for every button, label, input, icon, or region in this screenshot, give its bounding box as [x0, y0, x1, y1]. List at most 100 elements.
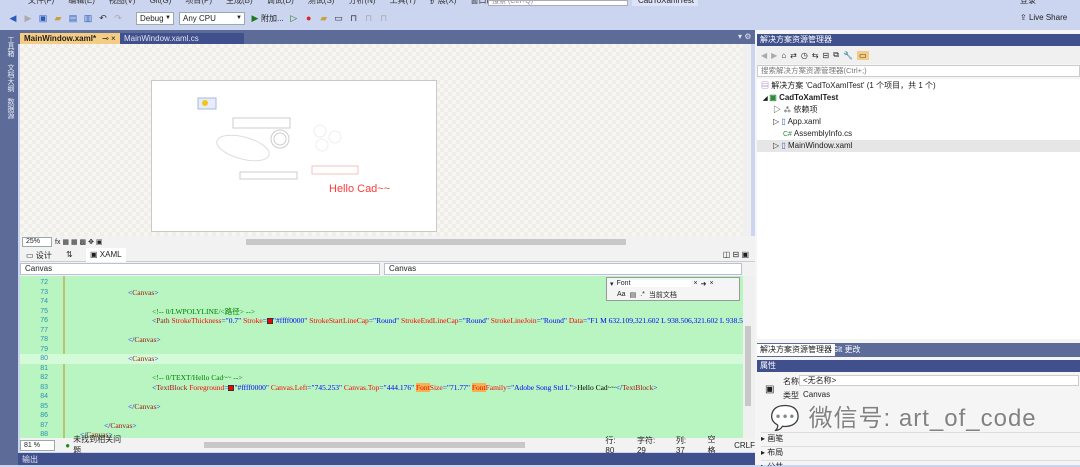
code-line[interactable]: 77	[20, 326, 743, 336]
wpf-window-preview[interactable]	[151, 80, 437, 232]
menu-item[interactable]: Git(G)	[150, 0, 172, 8]
collapse-icon[interactable]: ⊟	[823, 51, 830, 60]
pin-icon[interactable]: ⊸	[102, 34, 109, 43]
solution-search-input[interactable]: 搜索解决方案资源管理器(Ctrl+;)	[757, 65, 1080, 77]
tree-item-solution[interactable]: ▤ 解决方案 'CadToXamlTest' (1 个项目，共 1 个)	[761, 80, 936, 92]
code-vertical-scrollbar[interactable]	[743, 276, 755, 438]
category-layout[interactable]: ▸ 布局	[761, 446, 1080, 458]
open-icon[interactable]: ▰	[53, 13, 63, 23]
menu-item[interactable]: 分析(N)	[348, 0, 375, 8]
tree-item-project[interactable]: ◢ ▣ CadToXamlTest	[763, 92, 838, 104]
back-icon[interactable]: ◀	[8, 13, 18, 23]
configuration-select[interactable]: Debug ▼	[136, 11, 174, 25]
tab-mainwindow-xaml[interactable]: MainWindow.xaml* ⊸ ×	[20, 33, 120, 44]
live-share-button[interactable]: ⇪ Live Share	[1020, 13, 1067, 22]
sync-icon[interactable]: ⇆	[812, 51, 819, 60]
tab-xaml[interactable]: ▣ XAML	[86, 248, 126, 262]
home-icon[interactable]: ⌂	[781, 51, 786, 60]
platform-select[interactable]: Any CPU ▼	[179, 11, 245, 25]
code-line[interactable]: 80 <Canvas>	[20, 354, 743, 364]
close-find-icon[interactable]: ×	[709, 280, 713, 287]
find-input[interactable]: Font	[616, 280, 691, 287]
document-outline-tab[interactable]: 文档大纲	[5, 64, 15, 92]
search-box[interactable]: 搜索 (Ctrl+Q)	[488, 0, 628, 6]
bookmark-icon[interactable]: ⊓	[349, 13, 359, 23]
code-line[interactable]: 83 <TextBlock Foreground= "#ffff0000" Canv…	[20, 382, 743, 393]
toolbox-tab[interactable]: 工具箱	[5, 36, 15, 57]
menu-item[interactable]: 文件(F)	[28, 0, 54, 8]
tab-solution-explorer[interactable]: 解决方案资源管理器	[757, 344, 835, 356]
bookmark-prev-icon[interactable]: ⊓	[364, 13, 374, 23]
clear-icon[interactable]: ×	[694, 280, 698, 287]
code-line[interactable]: 76 <Path StrokeThickness="0.7" Stroke= "#f…	[20, 316, 743, 326]
code-line[interactable]: 87 </Canvas>	[20, 421, 743, 431]
menu-item[interactable]: 工具(T)	[390, 0, 416, 8]
back-icon[interactable]: ◀	[761, 51, 767, 60]
preview-icon[interactable]: ▭	[856, 50, 869, 60]
tree-item-dependencies[interactable]: ▷ ⁂ 依赖项	[773, 104, 817, 116]
save-icon[interactable]: ▤	[68, 13, 78, 23]
menu-item[interactable]: 测试(S)	[308, 0, 335, 8]
tree-item-mainwindow-xaml[interactable]: ▷ ▯ MainWindow.xaml	[757, 140, 1080, 152]
category-common[interactable]: ▸ 公共	[761, 460, 1080, 466]
switch-views-icon[interactable]: ⇄	[790, 51, 797, 60]
code-line[interactable]: 84	[20, 392, 743, 402]
code-line[interactable]: 88 </Canvas>	[20, 430, 743, 438]
hot-reload-icon[interactable]: ●	[304, 13, 314, 23]
swap-icon[interactable]: ⇅	[66, 250, 73, 259]
code-line[interactable]: 81	[20, 364, 743, 374]
close-icon[interactable]: ×	[111, 34, 116, 43]
code-line[interactable]: 85 </Canvas>	[20, 402, 743, 412]
menu-item[interactable]: 项目(P)	[185, 0, 212, 8]
whole-word-icon[interactable]: ▤	[630, 291, 637, 299]
undo-icon[interactable]: ↶	[98, 13, 108, 23]
menu-item[interactable]: 编辑(E)	[68, 0, 95, 8]
tree-item-assemblyinfo[interactable]: C# AssemblyInfo.cs	[783, 128, 852, 140]
save-all-icon[interactable]: ▥	[83, 13, 93, 23]
output-panel-header[interactable]: 输出	[18, 453, 755, 465]
regex-icon[interactable]: .*	[640, 291, 645, 298]
menu-item[interactable]: 视图(V)	[109, 0, 136, 8]
data-sources-tab[interactable]: 数据源	[5, 98, 15, 119]
start-without-debug-icon[interactable]: ▷	[289, 13, 299, 23]
menu-item[interactable]: 生成(B)	[226, 0, 253, 8]
history-icon[interactable]: ◷	[801, 51, 808, 60]
code-line[interactable]: 75 <!-- 0/LWPOLYLINE/<路径> -->	[20, 307, 743, 317]
tab-overflow-icon[interactable]: ▾ ⚙	[738, 32, 751, 41]
left-element-select[interactable]: Canvas	[20, 263, 380, 275]
folder-icon[interactable]: ▰	[319, 13, 329, 23]
forward-icon[interactable]: ▶	[771, 51, 777, 60]
right-element-select[interactable]: Canvas	[384, 263, 742, 275]
split-layout-icons[interactable]: ◫ ⊟ ▣	[723, 250, 749, 259]
match-case-icon[interactable]: Aa	[617, 291, 626, 298]
tree-item-app-xaml[interactable]: ▷ ▯ App.xaml	[773, 116, 821, 128]
code-horizontal-scrollbar[interactable]	[204, 442, 526, 448]
find-scope-select[interactable]: 当前文档	[649, 290, 677, 300]
redo-icon[interactable]: ↷	[113, 13, 123, 23]
code-line[interactable]: 79	[20, 345, 743, 355]
fit-icon[interactable]: fx ▦ ▦ ▩ ✥ ▣	[55, 238, 103, 246]
bookmark-next-icon[interactable]: ⊓	[379, 13, 389, 23]
code-line[interactable]: 82 <!-- 0/TEXT/Hello Cad~~ -->	[20, 373, 743, 383]
attach-button[interactable]: 附加...	[261, 13, 284, 24]
login-button[interactable]: 登录	[1020, 0, 1036, 5]
menu-item[interactable]: 调试(D)	[267, 0, 294, 8]
code-line[interactable]: 78 </Canvas>	[20, 335, 743, 345]
find-next-icon[interactable]: ➜	[701, 280, 707, 288]
zoom-select[interactable]: 25%	[22, 237, 52, 247]
start-icon[interactable]: ▶	[250, 13, 260, 23]
category-brush[interactable]: ▸ 画笔	[761, 432, 1080, 444]
code-line[interactable]: 86	[20, 411, 743, 421]
show-all-icon[interactable]: ⧉	[833, 50, 839, 60]
designer-vertical-scrollbar[interactable]	[743, 44, 751, 236]
menu-item[interactable]: 扩展(X)	[430, 0, 457, 8]
name-input[interactable]: <无名称>	[799, 375, 1079, 386]
tab-mainwindow-xaml-cs[interactable]: MainWindow.xaml.cs	[120, 33, 244, 44]
tab-design[interactable]: ▭ 设计	[26, 250, 52, 261]
window-icon[interactable]: ▭	[334, 13, 344, 23]
tab-git-changes[interactable]: Git 更改	[829, 344, 863, 356]
editor-zoom-select[interactable]: 81 %	[20, 439, 56, 451]
collapsed-icon[interactable]: ▷	[773, 105, 783, 114]
designer-horizontal-scrollbar[interactable]	[245, 239, 626, 245]
properties-icon[interactable]: 🔧	[843, 51, 853, 60]
